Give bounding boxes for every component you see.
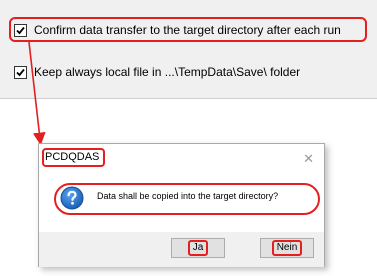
- dialog-footer: Ja Nein: [39, 232, 324, 267]
- dialog-titlebar: PCDQDAS ✕: [39, 144, 324, 172]
- dialog-message: Data shall be copied into the target dir…: [97, 191, 279, 201]
- yes-button-label: Ja: [187, 240, 209, 256]
- no-button-label: Nein: [271, 240, 303, 256]
- close-icon[interactable]: ✕: [303, 152, 314, 165]
- confirm-dialog: PCDQDAS ✕ Data shall be copied into the …: [38, 143, 325, 267]
- title-highlight: [42, 148, 105, 167]
- dialog-body: Data shall be copied into the target dir…: [39, 172, 324, 232]
- no-button[interactable]: Nein: [260, 238, 314, 258]
- yes-button[interactable]: Ja: [171, 238, 225, 258]
